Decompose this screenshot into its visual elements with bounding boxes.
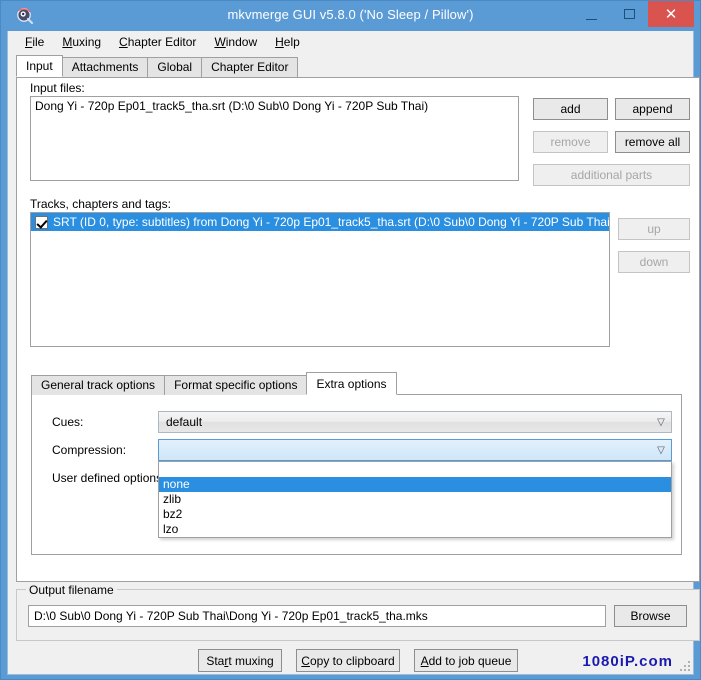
dropdown-option-zlib[interactable]: zlib [159, 492, 671, 507]
menu-bar: File Muxing Chapter Editor Window Help [8, 31, 693, 53]
cues-value: default [166, 415, 203, 429]
input-file-item[interactable]: Dong Yi - 720p Ep01_track5_tha.srt (D:\0… [31, 97, 518, 115]
menu-window[interactable]: Window [205, 33, 266, 51]
cues-select[interactable]: default ▽ [158, 411, 672, 433]
tab-attachments[interactable]: Attachments [61, 57, 149, 77]
copy-to-clipboard-label: Copy to clipboard [301, 653, 395, 668]
remove-all-button[interactable]: remove all [615, 131, 690, 153]
tab-input[interactable]: Input [16, 55, 63, 77]
subtab-format-specific-options[interactable]: Format specific options [164, 375, 308, 395]
chevron-down-icon: ▽ [657, 444, 665, 456]
add-to-job-queue-label: Add to job queue [420, 653, 512, 668]
add-to-job-queue-button[interactable]: Add to job queue [414, 649, 518, 672]
dropdown-option-bz2[interactable]: bz2 [159, 507, 671, 522]
compression-dropdown-list[interactable]: none zlib bz2 lzo [158, 461, 672, 538]
output-filename-label: Output filename [26, 583, 117, 597]
minimize-button[interactable] [572, 1, 610, 27]
maximize-icon [610, 1, 648, 27]
track-checkbox[interactable] [35, 215, 48, 229]
move-down-button[interactable]: down [618, 251, 690, 273]
track-label: SRT (ID 0, type: subtitles) from Dong Yi… [53, 215, 610, 229]
watermark: 1080iP.com [582, 653, 673, 670]
dropdown-option-empty[interactable] [159, 462, 671, 477]
menu-help[interactable]: Help [266, 33, 309, 51]
move-up-button[interactable]: up [618, 218, 690, 240]
sub-tab-bar: General track options Format specific op… [31, 372, 397, 395]
tab-global[interactable]: Global [147, 57, 203, 77]
tracks-label: Tracks, chapters and tags: [30, 197, 171, 211]
client-area: File Muxing Chapter Editor Window Help I… [7, 31, 700, 675]
output-filename-input[interactable]: D:\0 Sub\0 Dong Yi - 720P Sub Thai\Dong … [28, 605, 606, 627]
user-defined-options-label: User defined options: [52, 471, 166, 485]
input-tab-page: Input files: Dong Yi - 720p Ep01_track5_… [16, 77, 700, 582]
menu-chapter-editor[interactable]: Chapter Editor [110, 33, 205, 51]
resize-grip[interactable] [680, 661, 690, 671]
additional-parts-button[interactable]: additional parts [533, 164, 690, 186]
menu-file[interactable]: File [16, 33, 53, 51]
copy-to-clipboard-button[interactable]: Copy to clipboard [296, 649, 400, 672]
tab-chapter-editor[interactable]: Chapter Editor [201, 57, 299, 77]
track-row[interactable]: SRT (ID 0, type: subtitles) from Dong Yi… [31, 213, 609, 231]
compression-select[interactable]: ▽ [158, 439, 672, 461]
close-icon: ✕ [664, 5, 678, 23]
add-button[interactable]: add [533, 98, 608, 120]
dropdown-option-none[interactable]: none [159, 477, 671, 492]
cues-label: Cues: [52, 415, 84, 429]
tracks-list[interactable]: SRT (ID 0, type: subtitles) from Dong Yi… [30, 212, 610, 347]
start-muxing-label: Start muxing [206, 653, 274, 668]
subtab-extra-options[interactable]: Extra options [306, 372, 397, 395]
menu-muxing[interactable]: Muxing [53, 33, 110, 51]
minimize-icon [572, 1, 610, 27]
start-muxing-button[interactable]: Start muxing [198, 649, 282, 672]
maximize-button[interactable] [610, 1, 648, 27]
compression-label: Compression: [52, 443, 127, 457]
browse-button[interactable]: Browse [614, 605, 687, 627]
main-tab-bar: Input Attachments Global Chapter Editor [16, 55, 693, 77]
input-files-label: Input files: [30, 81, 85, 95]
input-files-list[interactable]: Dong Yi - 720p Ep01_track5_tha.srt (D:\0… [30, 96, 519, 181]
dropdown-option-lzo[interactable]: lzo [159, 522, 671, 537]
application-window: mkvmerge GUI v5.8.0 ('No Sleep / Pillow'… [0, 0, 701, 680]
chevron-down-icon: ▽ [657, 416, 665, 428]
extra-options-panel: Cues: default ▽ Compression: ▽ User defi… [31, 394, 682, 555]
append-button[interactable]: append [615, 98, 690, 120]
close-button[interactable]: ✕ [648, 1, 694, 27]
remove-button[interactable]: remove [533, 131, 608, 153]
title-bar: mkvmerge GUI v5.8.0 ('No Sleep / Pillow'… [7, 1, 694, 31]
subtab-general-track-options[interactable]: General track options [31, 375, 166, 395]
